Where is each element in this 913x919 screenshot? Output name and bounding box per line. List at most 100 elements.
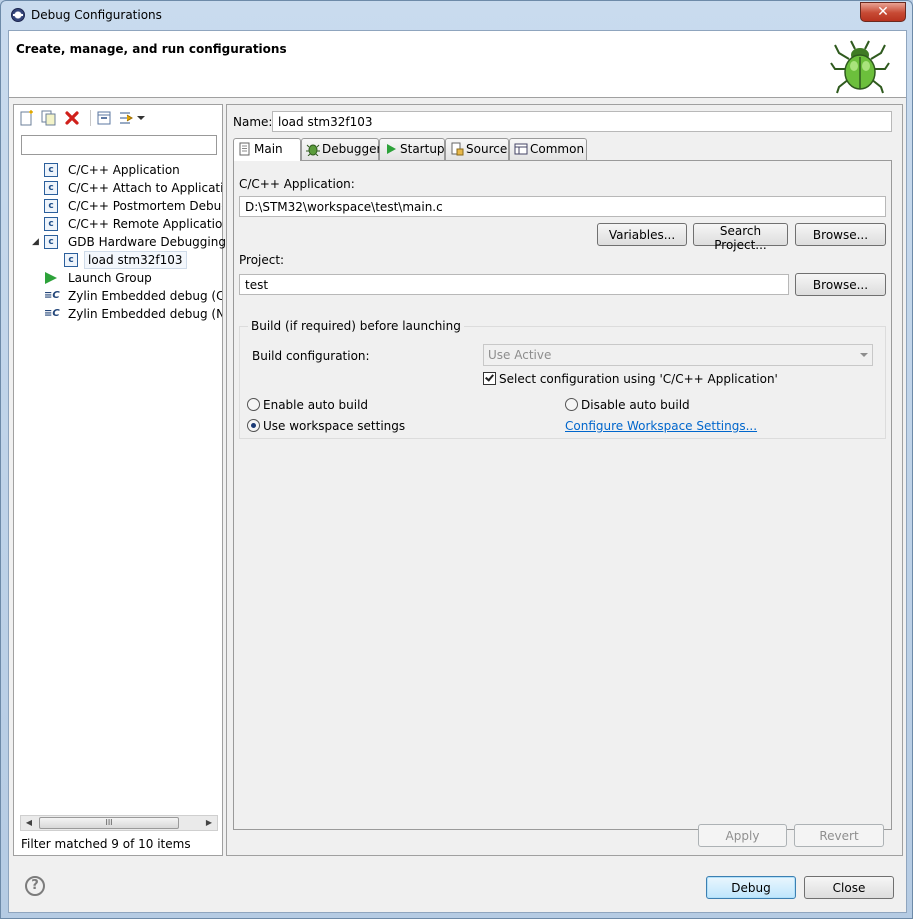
project-input[interactable] bbox=[239, 274, 789, 295]
name-label: Name: bbox=[233, 115, 273, 129]
build-config-value: Use Active bbox=[488, 348, 552, 362]
c-config-icon: c bbox=[44, 199, 58, 213]
tree-item-zylin-cygwin[interactable]: ≡C Zylin Embedded debug (Cygw bbox=[44, 287, 222, 305]
tab-label: Source bbox=[466, 142, 508, 156]
c-app-label: C/C++ Application: bbox=[239, 177, 355, 191]
tree-item-label: C/C++ Remote Application bbox=[68, 217, 222, 231]
tree-item-c-cpp-attach[interactable]: c C/C++ Attach to Application bbox=[44, 179, 222, 197]
tree-item-c-cpp-postmortem[interactable]: c C/C++ Postmortem Debugge bbox=[44, 197, 222, 215]
tab-main[interactable]: Main bbox=[233, 138, 301, 161]
c-config-icon: c bbox=[44, 181, 58, 195]
dialog-client-area: Create, manage, and run configurations c… bbox=[8, 30, 907, 913]
tab-debugger[interactable]: Debugger bbox=[301, 138, 382, 160]
build-config-select[interactable]: Use Active bbox=[483, 344, 873, 366]
variables-button[interactable]: Variables... bbox=[597, 223, 687, 246]
close-button[interactable]: Close bbox=[804, 876, 894, 899]
tree-item-label: C/C++ Attach to Application bbox=[68, 181, 222, 195]
browse-app-button[interactable]: Browse... bbox=[795, 223, 886, 246]
tab-common[interactable]: Common bbox=[509, 138, 587, 160]
build-group: Build (if required) before launching Bui… bbox=[239, 319, 886, 439]
filter-status: Filter matched 9 of 10 items bbox=[21, 837, 191, 851]
source-icon bbox=[451, 142, 464, 156]
scroll-right-icon[interactable]: ▶ bbox=[201, 816, 217, 830]
tree-item-label: Launch Group bbox=[68, 271, 152, 285]
enable-auto-build-label: Enable auto build bbox=[263, 398, 369, 412]
search-project-button[interactable]: Search Project... bbox=[693, 223, 788, 252]
tab-label: Debugger bbox=[322, 142, 382, 156]
duplicate-icon[interactable] bbox=[41, 110, 57, 126]
collapse-all-icon[interactable] bbox=[96, 110, 112, 126]
dialog-window: Debug Configurations ✕ Create, manage, a… bbox=[0, 0, 913, 919]
browse-project-button[interactable]: Browse... bbox=[795, 273, 886, 296]
tree-item-label: Zylin Embedded debug (Cygw bbox=[68, 289, 222, 303]
delete-icon[interactable] bbox=[64, 110, 80, 126]
tree-item-label: GDB Hardware Debugging bbox=[68, 235, 226, 249]
scroll-thumb[interactable]: III bbox=[39, 817, 179, 829]
c-config-icon: c bbox=[44, 217, 58, 231]
tree-item-load-stm32f103[interactable]: c load stm32f103 bbox=[64, 251, 222, 269]
build-group-title: Build (if required) before launching bbox=[248, 319, 464, 333]
left-toolbar bbox=[14, 105, 222, 131]
chevron-down-icon[interactable] bbox=[136, 110, 146, 126]
window-close-button[interactable]: ✕ bbox=[860, 2, 906, 22]
configuration-list-panel: c C/C++ Application c C/C++ Attach to Ap… bbox=[13, 104, 226, 856]
tree-item-gdb-hardware-debugging[interactable]: ◢ c GDB Hardware Debugging bbox=[32, 233, 226, 251]
checkmark-icon bbox=[485, 372, 494, 382]
name-input[interactable] bbox=[272, 111, 892, 132]
document-icon bbox=[239, 142, 250, 156]
c-config-icon: c bbox=[64, 253, 78, 267]
scroll-left-icon[interactable]: ◀ bbox=[21, 816, 37, 830]
chevron-down-icon bbox=[860, 353, 868, 357]
play-icon bbox=[45, 272, 57, 284]
project-label: Project: bbox=[239, 253, 285, 267]
tree-item-c-cpp-application[interactable]: c C/C++ Application bbox=[44, 161, 222, 179]
tree-item-c-cpp-remote[interactable]: c C/C++ Remote Application bbox=[44, 215, 222, 233]
tree-item-label: Zylin Embedded debug (Nati bbox=[68, 307, 222, 321]
filter-icon[interactable] bbox=[118, 110, 134, 126]
enable-auto-build-radio[interactable] bbox=[247, 398, 260, 411]
tree-item-label: C/C++ Postmortem Debugge bbox=[68, 199, 222, 213]
disable-auto-build-radio[interactable] bbox=[565, 398, 578, 411]
zylin-icon: ≡C bbox=[44, 308, 60, 319]
bug-small-icon bbox=[306, 144, 320, 156]
new-configuration-icon[interactable] bbox=[19, 110, 35, 126]
zylin-icon: ≡C bbox=[44, 290, 60, 301]
filter-input[interactable] bbox=[21, 135, 217, 155]
title-bar: Debug Configurations ✕ bbox=[1, 1, 912, 30]
help-icon[interactable]: ? bbox=[25, 876, 45, 896]
debug-button[interactable]: Debug bbox=[706, 876, 796, 899]
apply-button[interactable]: Apply bbox=[698, 824, 787, 847]
configure-workspace-link[interactable]: Configure Workspace Settings... bbox=[565, 419, 757, 433]
tab-source[interactable]: Source bbox=[445, 138, 509, 160]
horizontal-scrollbar[interactable]: ◀ III ▶ bbox=[20, 815, 218, 831]
tab-label: Startup bbox=[400, 142, 445, 156]
bug-icon bbox=[830, 40, 890, 94]
play-icon bbox=[387, 144, 396, 154]
disable-auto-build-label: Disable auto build bbox=[581, 398, 690, 412]
select-config-checkbox[interactable] bbox=[483, 372, 496, 385]
tree-item-label: C/C++ Application bbox=[68, 163, 180, 177]
tree-item-label: load stm32f103 bbox=[84, 251, 187, 269]
tab-label: Common bbox=[530, 142, 585, 156]
use-workspace-settings-label: Use workspace settings bbox=[263, 419, 406, 433]
eclipse-icon bbox=[11, 8, 25, 22]
c-config-icon: c bbox=[44, 163, 58, 177]
common-icon bbox=[514, 143, 528, 155]
toolbar-separator bbox=[90, 110, 91, 126]
use-workspace-settings-radio[interactable] bbox=[247, 419, 260, 432]
tree-item-zylin-native[interactable]: ≡C Zylin Embedded debug (Nati bbox=[44, 305, 222, 323]
tab-startup[interactable]: Startup bbox=[379, 138, 445, 160]
select-config-label: Select configuration using 'C/C++ Applic… bbox=[499, 372, 778, 386]
tab-label: Main bbox=[254, 142, 283, 156]
tree-expander-icon[interactable]: ◢ bbox=[32, 233, 39, 251]
revert-button[interactable]: Revert bbox=[794, 824, 884, 847]
window-title: Debug Configurations bbox=[31, 8, 162, 22]
main-tab-content: C/C++ Application: Variables... Search P… bbox=[233, 160, 892, 830]
c-app-input[interactable] bbox=[239, 196, 886, 217]
configuration-editor-panel: Name: Main Debugger bbox=[226, 104, 903, 856]
header-band: Create, manage, and run configurations bbox=[9, 31, 906, 98]
c-config-icon: c bbox=[44, 235, 58, 249]
header-title: Create, manage, and run configurations bbox=[16, 42, 287, 56]
tree-item-launch-group[interactable]: Launch Group bbox=[44, 269, 222, 287]
build-config-label: Build configuration: bbox=[252, 349, 370, 363]
